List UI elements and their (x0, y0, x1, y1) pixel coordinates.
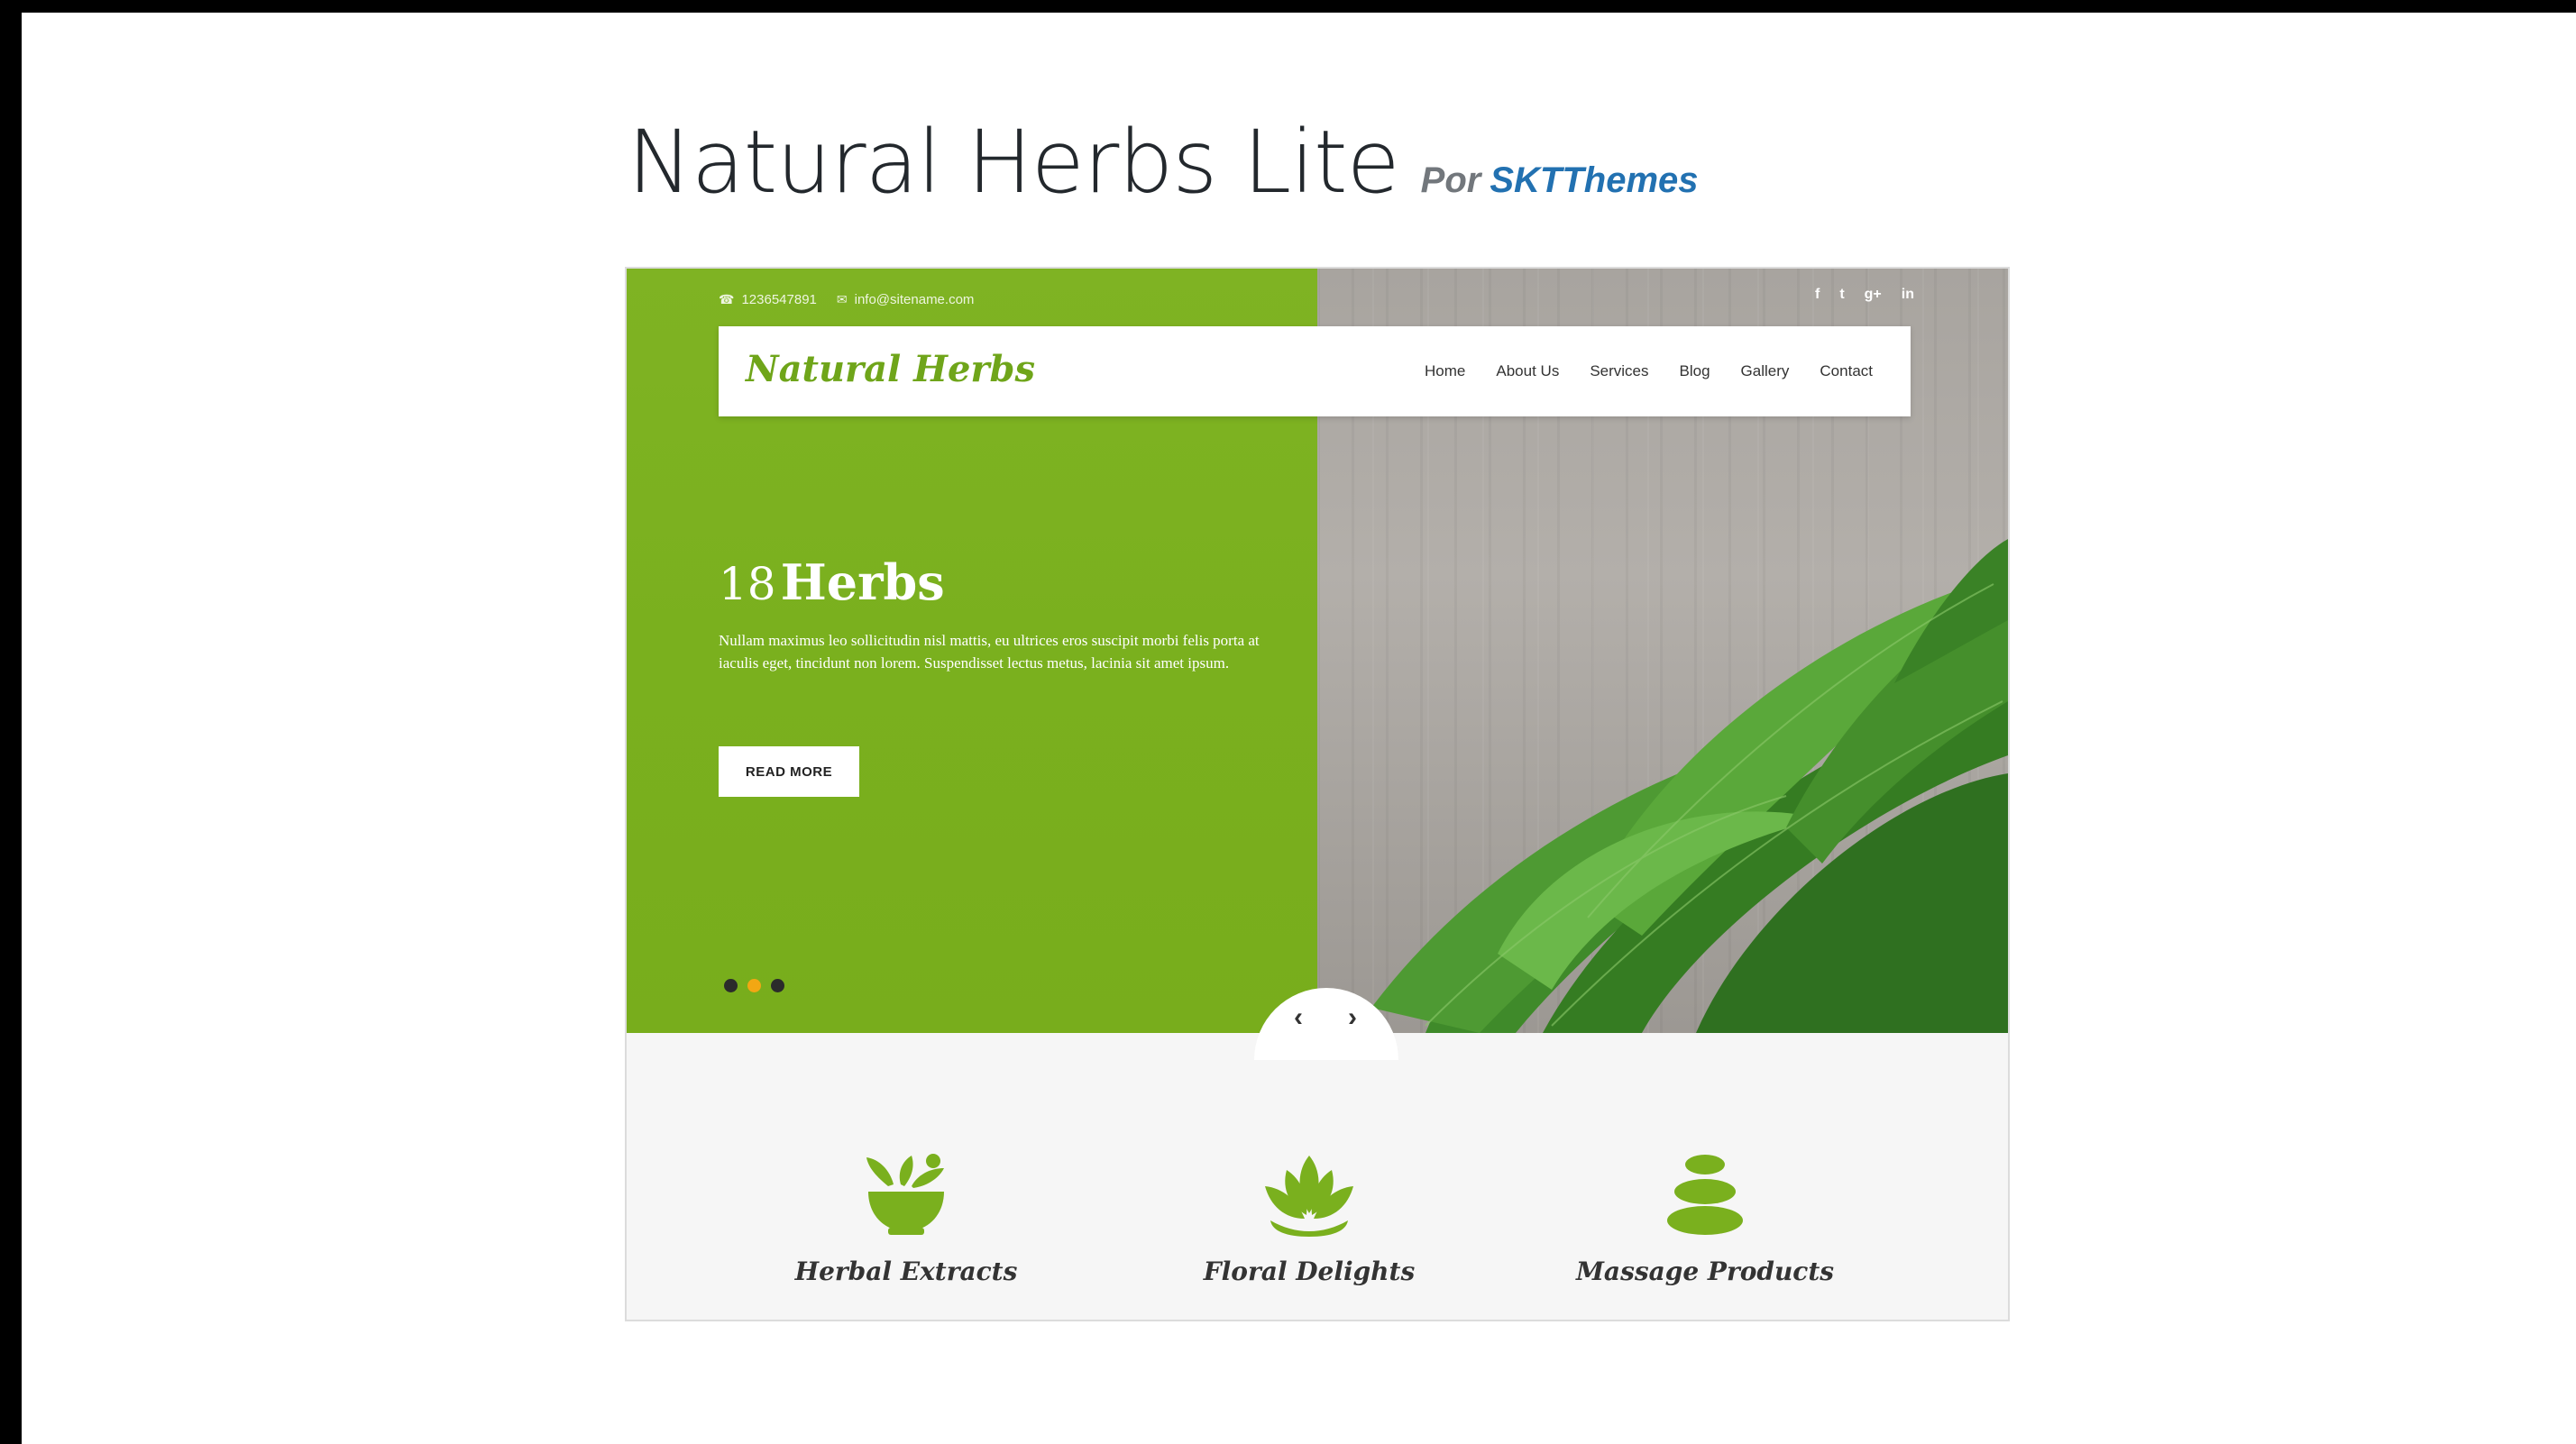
slider-dot-1[interactable] (724, 979, 738, 992)
main-menu: Home About Us Services Blog Gallery Cont… (1425, 362, 1873, 380)
read-more-button[interactable]: READ MORE (719, 746, 859, 797)
phone-icon: ☎ (719, 291, 735, 306)
author-link[interactable]: SKTThemes (1490, 160, 1698, 200)
social-icons: f t g+ in (1815, 287, 1914, 303)
by-label: Por (1420, 160, 1481, 200)
feature-label: Herbal Extracts (794, 1257, 1018, 1286)
feature-massage-products[interactable]: Massage Products (1570, 1150, 1840, 1286)
hero-heading-number: 18 (719, 558, 776, 610)
hero-slider: ☎ 1236547891 ✉ info@sitename.com f t g+ … (627, 269, 2008, 1060)
hero-description: Nullam maximus leo sollicitudin nisl mat… (719, 632, 1260, 672)
stones-icon (1667, 1155, 1743, 1235)
site-navbar: Natural Herbs Home About Us Services Blo… (719, 326, 1911, 416)
topbar-contact: ☎ 1236547891 ✉ info@sitename.com (719, 288, 974, 310)
chevron-right-icon[interactable]: › (1348, 1002, 1357, 1033)
hero-heading-word: Herbs (780, 553, 945, 611)
twitter-icon[interactable]: t (1839, 287, 1844, 303)
email-address[interactable]: info@sitename.com (855, 292, 975, 307)
site-logo[interactable]: Natural Herbs (746, 348, 1035, 390)
slider-dot-2[interactable] (747, 979, 761, 992)
feature-floral-delights[interactable]: Floral Delights (1174, 1150, 1444, 1286)
byline: Por SKTThemes (1421, 160, 1699, 201)
lotus-icon (1265, 1156, 1353, 1237)
mail-icon: ✉ (836, 291, 848, 306)
feature-label: Massage Products (1575, 1257, 1835, 1286)
google-plus-icon[interactable]: g+ (1865, 287, 1882, 303)
feature-label: Floral Delights (1203, 1257, 1416, 1286)
theme-screenshot: ☎ 1236547891 ✉ info@sitename.com f t g+ … (625, 267, 2010, 1321)
theme-name: Natural Herbs Lite (628, 112, 1400, 213)
menu-item-contact[interactable]: Contact (1820, 362, 1873, 380)
features-section: Herbal Extracts Floral Delights Massage … (627, 1033, 2008, 1320)
page-canvas: Natural Herbs Lite Por SKTThemes ☎ 12365… (22, 13, 2576, 1444)
menu-item-home[interactable]: Home (1425, 362, 1465, 380)
hero-heading: 18 Herbs (719, 553, 945, 611)
facebook-icon[interactable]: f (1815, 287, 1820, 303)
linkedin-icon[interactable]: in (1902, 287, 1914, 303)
herb-leaves-image (1371, 539, 2008, 1033)
menu-item-services[interactable]: Services (1590, 362, 1648, 380)
slider-dots (724, 979, 784, 992)
phone-number: 1236547891 (741, 291, 817, 307)
menu-item-blog[interactable]: Blog (1680, 362, 1710, 380)
feature-herbal-extracts[interactable]: Herbal Extracts (771, 1150, 1041, 1286)
chevron-left-icon[interactable]: ‹ (1294, 1002, 1303, 1033)
menu-item-about[interactable]: About Us (1496, 362, 1559, 380)
slider-dot-3[interactable] (771, 979, 784, 992)
mortar-herbs-icon (866, 1154, 944, 1235)
theme-title-row: Natural Herbs Lite Por SKTThemes (628, 112, 1699, 213)
menu-item-gallery[interactable]: Gallery (1741, 362, 1790, 380)
